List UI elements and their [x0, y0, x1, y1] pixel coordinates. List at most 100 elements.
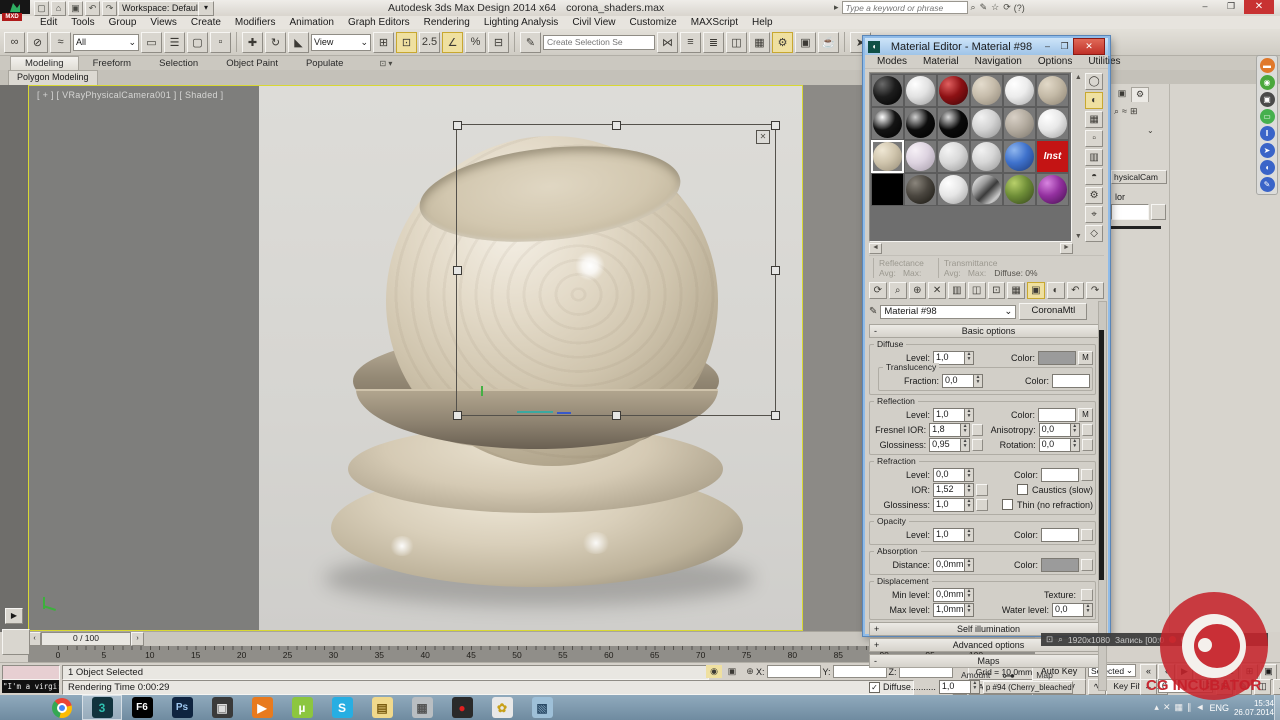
scrollbar-thumb[interactable] — [1099, 330, 1104, 580]
recorder-webcam-button[interactable]: ▣ — [1260, 92, 1275, 107]
select-object-button[interactable]: ▭ — [141, 32, 162, 53]
material-sample-slot[interactable] — [937, 74, 970, 107]
material-sample-slot[interactable]: Inst — [1036, 140, 1069, 173]
spinner-arrows-icon[interactable]: ▲▼ — [964, 604, 973, 616]
spinner-arrows-icon[interactable]: ▲▼ — [964, 529, 973, 541]
material-sample-slot[interactable] — [937, 173, 970, 206]
show-shaded-material-in-viewport-icon[interactable]: ▣ — [1027, 282, 1045, 299]
chevron-down-icon[interactable]: ⌄ — [1147, 126, 1154, 135]
taskbar-item-picasa[interactable]: ✿ — [482, 695, 522, 720]
select-and-manipulate-button[interactable]: ⊡ — [396, 32, 417, 53]
video-color-check-icon[interactable]: ▥ — [1085, 149, 1103, 166]
material-sample-slot[interactable] — [1036, 74, 1069, 107]
material-sample-slot[interactable] — [904, 140, 937, 173]
tab-polygon-modeling[interactable]: Polygon Modeling — [8, 70, 98, 85]
spinner-arrows-icon[interactable]: ▲▼ — [964, 484, 973, 496]
maxscript-listener-text[interactable]: "I'm a virgi: — [2, 680, 59, 693]
reference-coordinate-system-dropdown[interactable]: View⌄ — [311, 34, 371, 51]
color-swatch[interactable] — [1038, 408, 1076, 422]
me-menu-utilities[interactable]: Utilities — [1080, 55, 1128, 68]
me-minimize-button[interactable]: – — [1039, 40, 1056, 54]
command-panel-icon[interactable]: ≈ — [1122, 106, 1127, 117]
named-selection-sets-input[interactable] — [543, 35, 655, 50]
map-shortcut-button[interactable] — [972, 439, 983, 451]
recorder-mic-button[interactable]: ◉ — [1260, 75, 1275, 90]
assign-material-to-selection-icon[interactable]: ⊕ — [909, 282, 927, 299]
rollout-basic-options[interactable]: -Basic options — [869, 324, 1104, 338]
quick-access-icon[interactable]: ▢ — [34, 1, 49, 16]
taskbar-item-skype[interactable]: S — [322, 695, 362, 720]
map-shortcut-button[interactable] — [972, 424, 983, 436]
angle-snap-toggle-button[interactable]: ∠ — [442, 32, 463, 53]
recorder-screen-button[interactable]: ▭ — [1260, 109, 1275, 124]
max-level-spinner[interactable]: 1,0mm▲▼ — [933, 603, 974, 617]
spinner-arrows-icon[interactable]: ▲▼ — [960, 439, 969, 451]
modifier-list-button[interactable]: hysicalCam — [1111, 170, 1167, 184]
isolate-toggle-icon[interactable]: ◉ — [706, 665, 722, 678]
material-name-dropdown[interactable]: Material #98⌄ — [880, 305, 1016, 319]
move-gizmo-axis[interactable] — [481, 386, 483, 396]
show-desktop-button[interactable] — [1274, 695, 1280, 720]
material-sample-slot[interactable] — [937, 107, 970, 140]
material-editor-titlebar[interactable]: ◖ Material Editor - Material #98 – ❐ ✕ — [865, 38, 1108, 55]
sample-scroll-arrows[interactable]: ▲▼ — [1072, 72, 1084, 242]
maxscript-mini-listener[interactable] — [2, 665, 60, 680]
sample-type-icon[interactable]: ◯ — [1085, 73, 1103, 90]
selection-bracket[interactable] — [456, 124, 776, 416]
go-to-parent-icon[interactable]: ↶ — [1067, 282, 1085, 299]
command-panel-tab-icon[interactable]: ⚙ — [1131, 87, 1149, 102]
material-sample-slot[interactable] — [1003, 107, 1036, 140]
rectangular-selection-region-button[interactable]: ▢ — [187, 32, 208, 53]
fraction-spinner[interactable]: 0,0▲▼ — [942, 374, 983, 388]
spinner-arrows-icon[interactable]: ▲▼ — [1070, 439, 1079, 451]
tray-icon[interactable]: ▦ — [1175, 702, 1184, 713]
spinner-arrows-icon[interactable]: ▲▼ — [973, 375, 982, 387]
map-shortcut-button[interactable] — [976, 499, 988, 511]
taskbar-item-media-player[interactable]: ▶ — [242, 695, 282, 720]
graph-editors-button[interactable]: ◫ — [726, 32, 747, 53]
selection-close-icon[interactable]: ✕ — [756, 130, 770, 144]
taskbar-item-3ds-max[interactable]: 3 — [82, 695, 122, 720]
level-spinner[interactable]: 0,0▲▼ — [933, 468, 974, 482]
corner-box[interactable] — [2, 629, 30, 655]
command-panel-tab-icon[interactable]: ▣ — [1114, 87, 1130, 101]
quick-access-icon[interactable]: ⌂ — [51, 1, 66, 16]
tab-populate[interactable]: Populate — [292, 57, 358, 70]
texture-button[interactable] — [1081, 589, 1093, 601]
material-sample-slot[interactable] — [904, 173, 937, 206]
menu-rendering[interactable]: Rendering — [417, 16, 477, 29]
color-swatch[interactable] — [1041, 528, 1079, 542]
infocenter-arrow-icon[interactable]: ▸ — [834, 2, 839, 13]
command-panel-icon[interactable]: ⊞ — [1130, 106, 1138, 117]
map-shortcut-button[interactable] — [976, 484, 988, 496]
diffuse-map-button[interactable]: p #94 (Cherry_bleached.png) — [983, 681, 1073, 694]
selection-handle[interactable] — [453, 121, 462, 130]
material-sample-slot[interactable] — [1036, 173, 1069, 206]
eyedropper-icon[interactable]: ✎ — [869, 306, 877, 317]
zoom-icon[interactable]: ⌕ — [1058, 634, 1063, 645]
me-menu-options[interactable]: Options — [1030, 55, 1080, 68]
make-unique-icon[interactable]: ◫ — [968, 282, 986, 299]
spinner-arrows-icon[interactable]: ▲▼ — [964, 409, 973, 421]
anisotropy-spinner[interactable]: 0,0▲▼ — [1039, 423, 1080, 437]
level-spinner[interactable]: 1,0▲▼ — [933, 408, 974, 422]
spinner-arrows-icon[interactable]: ▲▼ — [964, 499, 973, 511]
me-menu-modes[interactable]: Modes — [869, 55, 915, 68]
viewport-label[interactable]: [ + ] [ VRayPhysicalCamera001 ] [ Shaded… — [37, 90, 223, 100]
menu-civil-view[interactable]: Civil View — [565, 16, 622, 29]
put-material-to-scene-icon[interactable]: ⌕ — [889, 282, 907, 299]
spinner-arrows-icon[interactable]: ▲▼ — [964, 589, 973, 601]
material-sample-slot[interactable] — [1036, 107, 1069, 140]
taskbar-item-image-viewer[interactable]: ▦ — [402, 695, 442, 720]
spinner-arrows-icon[interactable]: ▲▼ — [960, 424, 969, 436]
rollout-maps[interactable]: -Maps — [869, 654, 1104, 668]
x-input[interactable] — [767, 665, 821, 678]
material-sample-slot[interactable] — [970, 107, 1003, 140]
selection-handle[interactable] — [453, 411, 462, 420]
search-input[interactable] — [842, 1, 968, 14]
rotation-spinner[interactable]: 0,0▲▼ — [1039, 438, 1080, 452]
material-sample-slot[interactable] — [871, 74, 904, 107]
backlight-icon[interactable]: ◐ — [1085, 92, 1103, 109]
taskbar-item-photo-app[interactable]: ▧ — [522, 695, 562, 720]
select-and-move-button[interactable]: ✚ — [242, 32, 263, 53]
